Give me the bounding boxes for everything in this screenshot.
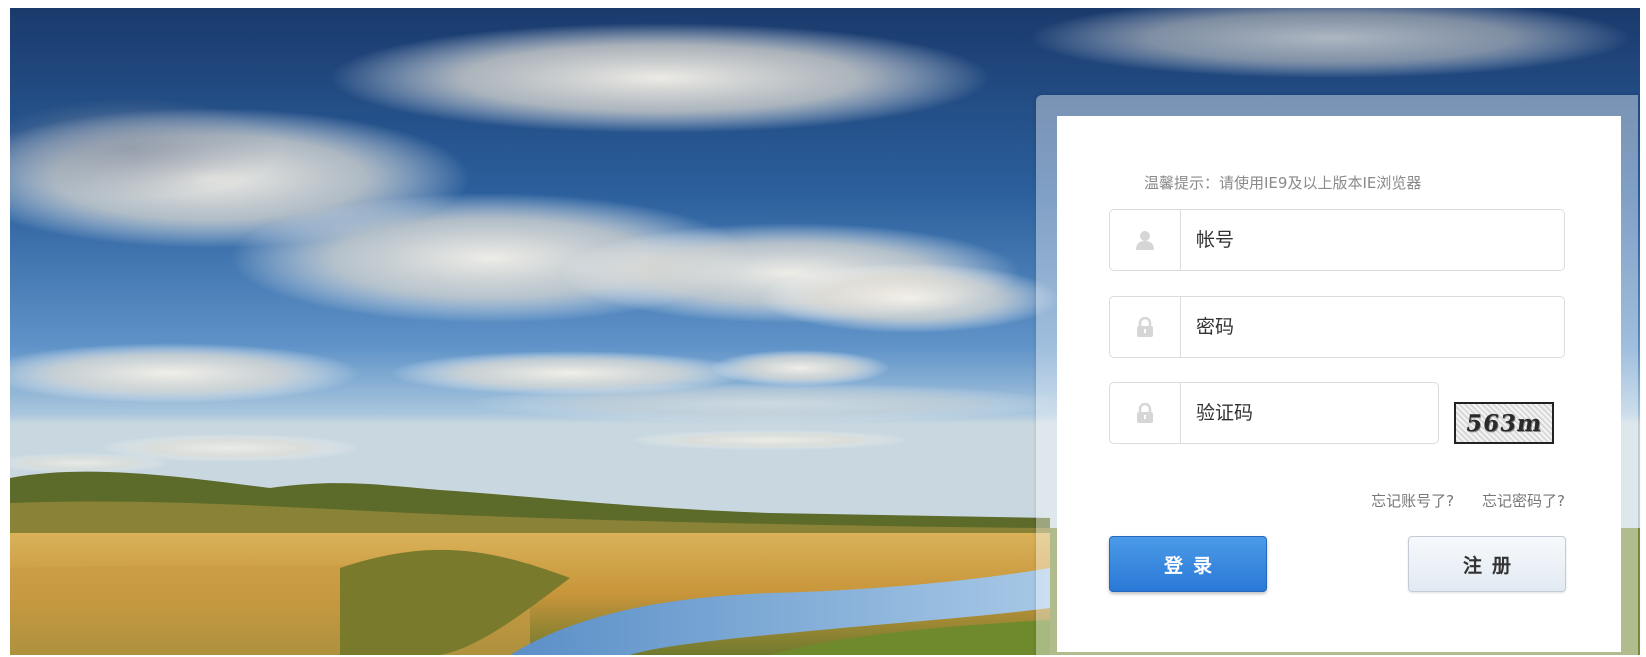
forgot-links: 忘记账号了? 忘记密码了? — [1371, 490, 1565, 511]
captcha-input[interactable] — [1182, 383, 1440, 443]
register-button[interactable]: 注册 — [1408, 536, 1566, 592]
captcha-image[interactable]: 563m — [1454, 402, 1554, 444]
lock-icon — [1110, 297, 1181, 357]
account-field[interactable] — [1109, 209, 1566, 271]
forgot-password-link[interactable]: 忘记密码了? — [1482, 492, 1565, 510]
captcha-field[interactable] — [1109, 382, 1440, 444]
captcha-text: 563m — [1463, 409, 1545, 437]
user-icon — [1110, 210, 1181, 270]
forgot-account-link[interactable]: 忘记账号了? — [1371, 492, 1454, 510]
login-button[interactable]: 登录 — [1109, 536, 1267, 592]
account-input[interactable] — [1182, 210, 1566, 270]
login-panel: 温馨提示：请使用IE9及以上版本IE浏览器 帐号 验证码 563m 忘记账号了?… — [1057, 116, 1621, 652]
password-input[interactable] — [1182, 297, 1566, 357]
password-field[interactable] — [1109, 296, 1566, 358]
lock-icon — [1110, 383, 1181, 443]
browser-tip: 温馨提示：请使用IE9及以上版本IE浏览器 — [1144, 174, 1422, 192]
